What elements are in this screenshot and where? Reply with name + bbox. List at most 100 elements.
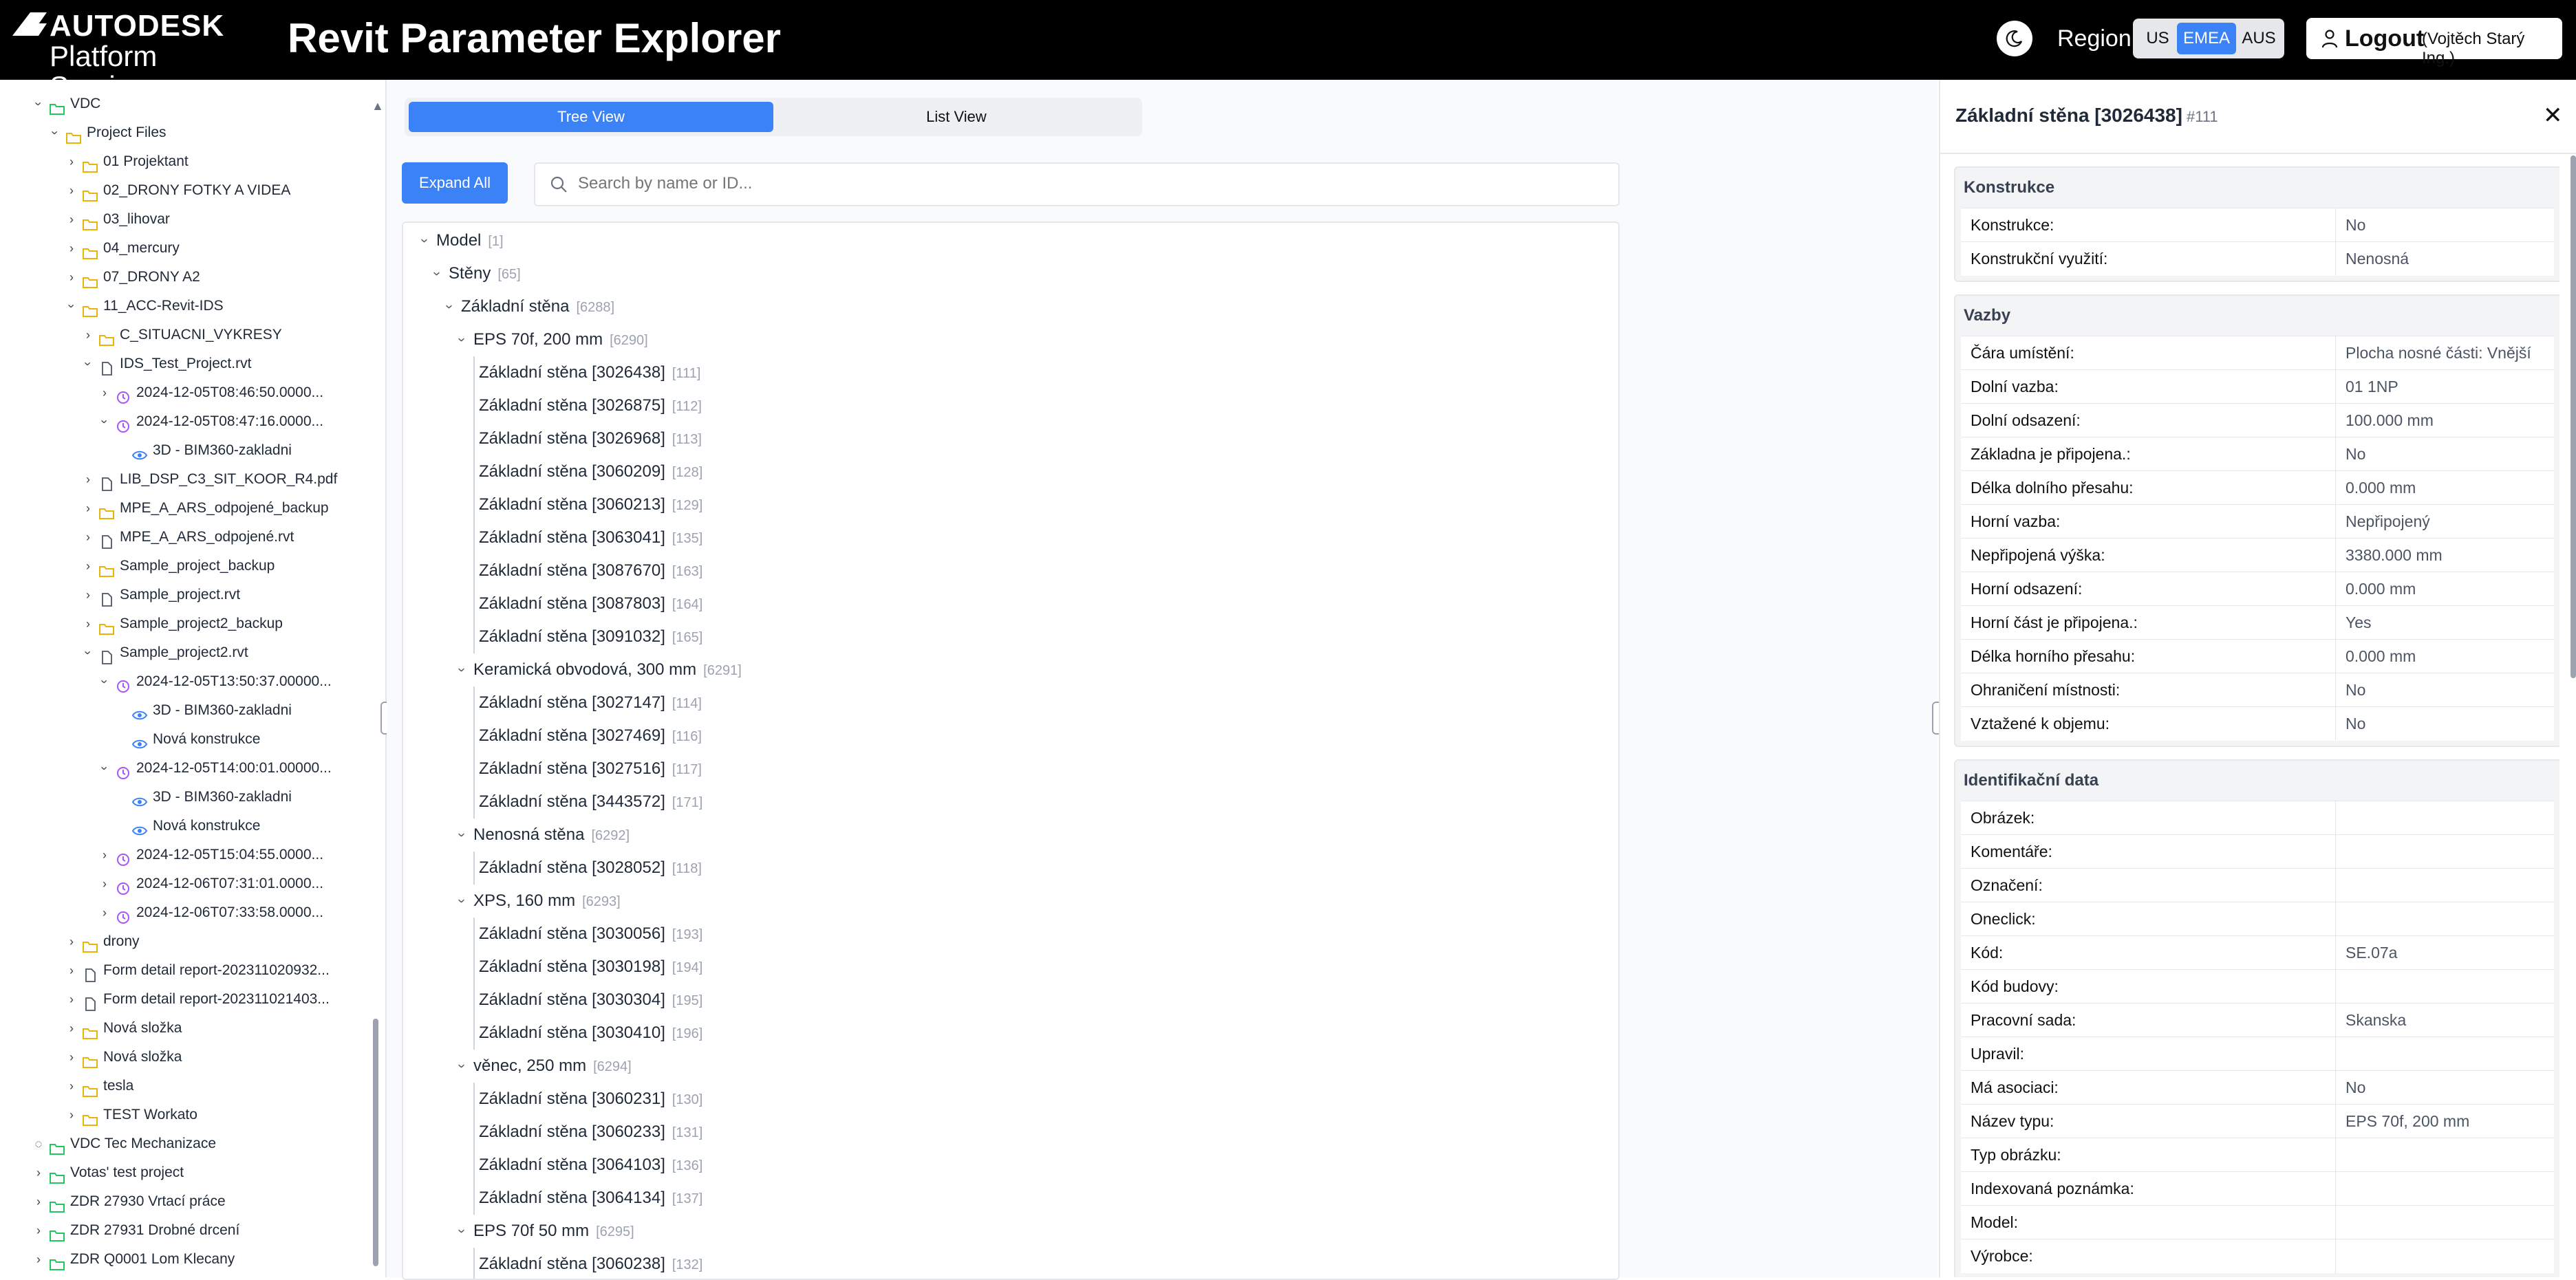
chevron-right-icon[interactable]: › [80, 494, 96, 523]
sidebar-tree-item[interactable]: › TEST Workato [0, 1100, 365, 1129]
chevron-down-icon[interactable]: › [90, 673, 119, 690]
sidebar-tree-item[interactable]: › 2024-12-05T14:00:01.00000... [0, 754, 365, 783]
tree-group-node[interactable]: › Nenosná stěna [6292] [403, 818, 1614, 851]
tab-tree-view[interactable]: Tree View [409, 102, 773, 132]
chevron-right-icon[interactable]: › [63, 985, 80, 1014]
chevron-right-icon[interactable]: › [63, 234, 80, 263]
search-input[interactable] [577, 169, 1598, 198]
sidebar-tree-item[interactable]: › VDC [0, 89, 365, 118]
sidebar-tree-item[interactable]: › IDS_Test_Project.rvt [0, 349, 365, 378]
tree-element-node[interactable]: Základní stěna [3030304] [195] [403, 984, 1614, 1017]
chevron-right-icon[interactable]: › [80, 581, 96, 609]
tree-element-node[interactable]: Základní stěna [3087803] [164] [403, 587, 1614, 620]
tree-element-node[interactable]: Základní stěna [3030410] [196] [403, 1017, 1614, 1050]
tree-group-node[interactable]: › věnec, 250 mm [6294] [403, 1050, 1614, 1083]
chevron-right-icon[interactable]: › [30, 1245, 47, 1274]
sidebar-tree-item[interactable]: › Nová složka [0, 1014, 365, 1043]
chevron-right-icon[interactable]: › [63, 1043, 80, 1072]
tree-group-node[interactable]: › EPS 70f 50 mm [6295] [403, 1215, 1614, 1248]
tree-group-node[interactable]: › Stěny [65] [403, 257, 1614, 290]
chevron-down-icon[interactable]: › [74, 356, 103, 372]
sidebar-tree-item[interactable]: 3D - BIM360-zakladni [0, 696, 365, 725]
chevron-right-icon[interactable]: › [80, 552, 96, 581]
region-us-button[interactable]: US [2138, 23, 2177, 54]
sidebar-tree-item[interactable]: › 03_lihovar [0, 205, 365, 234]
sidebar-tree-item[interactable]: › 07_DRONY A2 [0, 263, 365, 292]
tree-group-node[interactable]: › Keramická obvodová, 300 mm [6291] [403, 653, 1614, 686]
sidebar-tree-item[interactable]: › Nová složka [0, 1043, 365, 1072]
tree-element-node[interactable]: Základní stěna [3026875] [112] [403, 389, 1614, 422]
sidebar-tree-item[interactable]: › 02_DRONY FOTKY A VIDEA [0, 176, 365, 205]
chevron-right-icon[interactable]: › [63, 263, 80, 292]
tab-list-view[interactable]: List View [775, 102, 1138, 132]
chevron-right-icon[interactable]: › [96, 378, 113, 407]
sidebar-tree-item[interactable]: 3D - BIM360-zakladni [0, 436, 365, 465]
sidebar-tree-item[interactable]: › tesla [0, 1072, 365, 1100]
sidebar-tree-item[interactable]: › ZDR 27931 Drobné drcení [0, 1216, 365, 1245]
sidebar-tree-item[interactable]: › LIB_DSP_C3_SIT_KOOR_R4.pdf [0, 465, 365, 494]
sidebar-tree-item[interactable]: › 2024-12-05T08:46:50.0000... [0, 378, 365, 407]
tree-element-node[interactable]: Základní stěna [3091032] [165] [403, 620, 1614, 653]
chevron-down-icon[interactable]: › [57, 298, 86, 314]
chevron-right-icon[interactable]: › [63, 176, 80, 205]
sidebar-tree-item[interactable]: 3D - BIM360-zakladni [0, 783, 365, 812]
chevron-right-icon[interactable]: › [30, 1216, 47, 1245]
sidebar-tree-item[interactable]: › 2024-12-05T08:47:16.0000... [0, 407, 365, 436]
tree-element-node[interactable]: Základní stěna [3443572] [171] [403, 785, 1614, 818]
chevron-right-icon[interactable]: › [80, 321, 96, 349]
scroll-up-icon[interactable]: ▲ [372, 99, 384, 113]
sidebar-tree-item[interactable]: › 2024-12-05T13:50:37.00000... [0, 667, 365, 696]
sidebar-tree-item[interactable]: › ZDR Q0001 Lom Klecany [0, 1245, 365, 1274]
chevron-right-icon[interactable]: › [80, 523, 96, 552]
tree-element-node[interactable]: Základní stěna [3030198] [194] [403, 951, 1614, 984]
sidebar-tree-item[interactable]: › Project Files [0, 118, 365, 147]
sidebar-tree-item[interactable]: › Votas' test project [0, 1158, 365, 1187]
sidebar-tree-item[interactable]: › 01 Projektant [0, 147, 365, 176]
sidebar-tree-item[interactable]: › 2024-12-06T07:33:58.0000... [0, 898, 365, 927]
tree-element-node[interactable]: Základní stěna [3027147] [114] [403, 686, 1614, 719]
chevron-right-icon[interactable]: › [63, 956, 80, 985]
sidebar-tree-item[interactable]: › Form detail report-202311021403... [0, 985, 365, 1014]
sidebar-scrollbar[interactable] [373, 1019, 378, 1266]
tree-element-node[interactable]: Základní stěna [3026438] [111] [403, 356, 1614, 389]
tree-element-node[interactable]: Základní stěna [3027516] [117] [403, 752, 1614, 785]
sidebar-tree-item[interactable]: › ZDR 27930 Vrtací práce [0, 1187, 365, 1216]
tree-group-node[interactable]: › Model [1] [403, 224, 1614, 257]
sidebar-tree-item[interactable]: › C_SITUACNI_VYKRESY [0, 321, 365, 349]
tree-element-node[interactable]: Základní stěna [3026968] [113] [403, 422, 1614, 455]
sidebar-tree-item[interactable]: › Sample_project_backup [0, 552, 365, 581]
sidebar-tree-item[interactable]: › Sample_project2_backup [0, 609, 365, 638]
chevron-right-icon[interactable]: › [30, 1187, 47, 1216]
chevron-right-icon[interactable]: › [96, 869, 113, 898]
tree-element-node[interactable]: Základní stěna [3063041] [135] [403, 521, 1614, 554]
expand-all-button[interactable]: Expand All [402, 162, 508, 204]
tree-element-node[interactable]: Základní stěna [3064103] [136] [403, 1149, 1614, 1182]
sidebar-tree-item[interactable]: Nová konstrukce [0, 725, 365, 754]
chevron-down-icon[interactable]: › [24, 96, 53, 112]
chevron-right-icon[interactable]: › [80, 465, 96, 494]
details-scrollbar[interactable] [2570, 155, 2576, 678]
sidebar-tree-item[interactable]: Nová konstrukce [0, 812, 365, 840]
chevron-down-icon[interactable]: › [90, 760, 119, 777]
chevron-right-icon[interactable]: › [63, 205, 80, 234]
chevron-right-icon[interactable]: › [96, 840, 113, 869]
sidebar-tree-item[interactable]: › drony [0, 927, 365, 956]
sidebar-tree-item[interactable]: › 04_mercury [0, 234, 365, 263]
tree-element-node[interactable]: Základní stěna [3060238] [132] [403, 1248, 1614, 1279]
sidebar-tree-item[interactable]: › Sample_project.rvt [0, 581, 365, 609]
chevron-right-icon[interactable]: › [63, 1072, 80, 1100]
theme-toggle-button[interactable] [1997, 21, 2032, 56]
chevron-right-icon[interactable]: › [30, 1158, 47, 1187]
chevron-right-icon[interactable]: › [63, 1014, 80, 1043]
sidebar-tree-item[interactable]: ◌ VDC Tec Mechanizace [0, 1129, 365, 1158]
sidebar-tree-item[interactable]: › 2024-12-05T15:04:55.0000... [0, 840, 365, 869]
sidebar-tree-item[interactable]: › Sample_project2.rvt [0, 638, 365, 667]
sidebar-tree-item[interactable]: › MPE_A_ARS_odpojené.rvt [0, 523, 365, 552]
region-aus-button[interactable]: AUS [2237, 23, 2280, 54]
logout-button[interactable]: Logout (Vojtěch Starý Ing.) [2306, 18, 2562, 67]
chevron-right-icon[interactable]: › [96, 898, 113, 927]
sidebar-tree-item[interactable]: › Form detail report-202311020932... [0, 956, 365, 985]
chevron-down-icon[interactable]: › [41, 124, 69, 141]
tree-element-node[interactable]: Základní stěna [3060209] [128] [403, 455, 1614, 488]
tree-element-node[interactable]: Základní stěna [3060233] [131] [403, 1116, 1614, 1149]
